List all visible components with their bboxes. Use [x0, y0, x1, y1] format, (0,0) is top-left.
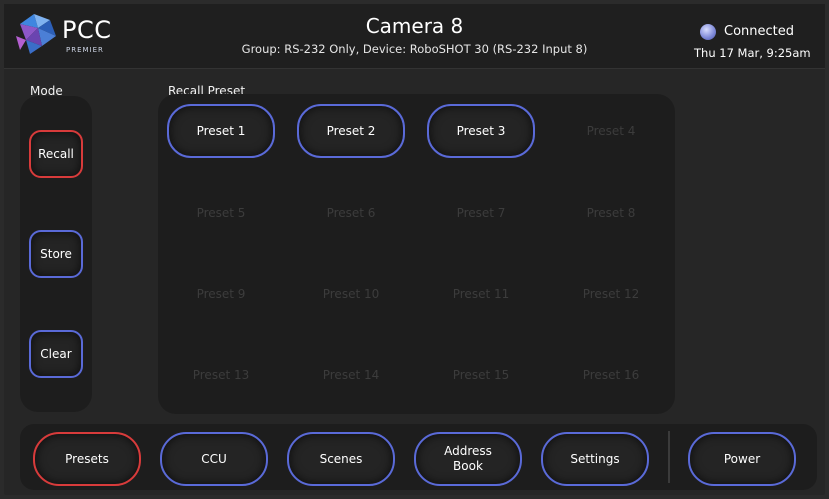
connection-status-icon [700, 24, 716, 40]
settings-nav-button[interactable]: Settings [541, 432, 649, 486]
preset-5-button: Preset 5 [196, 206, 246, 220]
preset-1-button[interactable]: Preset 1 [167, 104, 275, 158]
connection-status: Connected [724, 24, 795, 39]
preset-15-button: Preset 15 [452, 368, 510, 382]
preset-13-button: Preset 13 [192, 368, 250, 382]
preset-3-button[interactable]: Preset 3 [427, 104, 535, 158]
preset-8-button: Preset 8 [586, 206, 636, 220]
preset-16-button: Preset 16 [582, 368, 640, 382]
scenes-nav-button[interactable]: Scenes [287, 432, 395, 486]
preset-14-button: Preset 14 [322, 368, 380, 382]
preset-6-button: Preset 6 [326, 206, 376, 220]
store-mode-button[interactable]: Store [29, 230, 83, 278]
preset-7-button: Preset 7 [456, 206, 506, 220]
date-time: Thu 17 Mar, 9:25am [694, 46, 811, 60]
preset-9-button: Preset 9 [196, 287, 246, 301]
presets-nav-button[interactable]: Presets [33, 432, 141, 486]
clear-mode-button[interactable]: Clear [29, 330, 83, 378]
preset-2-button[interactable]: Preset 2 [297, 104, 405, 158]
recall-mode-button[interactable]: Recall [29, 130, 83, 178]
preset-11-button: Preset 11 [452, 287, 510, 301]
preset-10-button: Preset 10 [322, 287, 380, 301]
preset-12-button: Preset 12 [582, 287, 640, 301]
nav-divider [668, 431, 670, 483]
address-book-nav-button[interactable]: Address Book [414, 432, 522, 486]
preset-4-button: Preset 4 [586, 124, 636, 138]
ccu-nav-button[interactable]: CCU [160, 432, 268, 486]
power-button[interactable]: Power [688, 432, 796, 486]
